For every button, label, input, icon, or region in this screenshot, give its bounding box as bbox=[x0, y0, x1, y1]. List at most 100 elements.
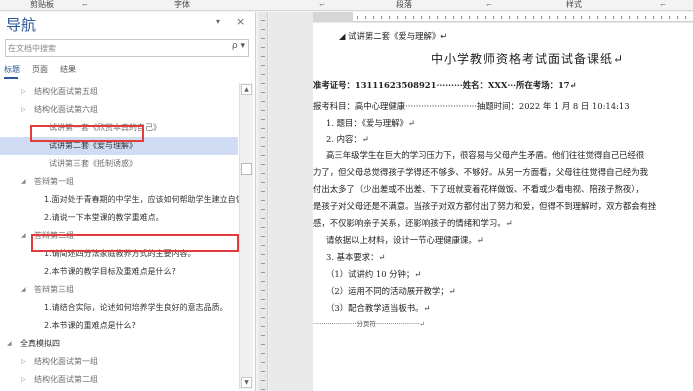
ruler-tick bbox=[261, 227, 265, 228]
tree-item[interactable]: ▷ 结构化面试第一组 bbox=[0, 353, 238, 371]
highlight-box-question-one bbox=[31, 234, 239, 252]
doc-item-2: 2. 内容：↵ bbox=[326, 134, 369, 144]
tree-item[interactable]: 1.面对处于青春期的中学生，应该如何帮助学生建立自信? bbox=[0, 191, 248, 209]
tree-item-label: 1.请结合实际，论述如何培养学生良好的意志品质。 bbox=[44, 303, 228, 312]
tree-item-label: 全真模拟四 bbox=[20, 339, 60, 348]
clipboard-launcher-icon[interactable]: ⌐ bbox=[82, 0, 88, 10]
ruler-tick bbox=[261, 83, 265, 84]
document-page[interactable]: ◢ 试讲第二套《爱与理解》↵ 中小学教师资格考试面试备课纸↵ 准考证号：1311… bbox=[313, 23, 693, 391]
font-launcher-icon[interactable]: ⌐ bbox=[319, 0, 325, 10]
ruler-tick bbox=[645, 16, 646, 19]
search-icon[interactable]: ρ ▾ bbox=[232, 41, 245, 51]
scroll-up-icon[interactable]: ▲ bbox=[241, 84, 252, 95]
ribbon-group-font: 字体 bbox=[174, 0, 190, 9]
ruler-tick bbox=[477, 16, 478, 19]
ruler-tick bbox=[261, 182, 265, 183]
tab-results[interactable]: 结果 bbox=[60, 64, 76, 75]
ruler-tick bbox=[261, 317, 265, 318]
tree-item[interactable]: ▷ 结构化面试第六组 bbox=[0, 101, 238, 119]
scroll-down-icon[interactable]: ▼ bbox=[241, 377, 252, 388]
tab-pages[interactable]: 页面 bbox=[32, 64, 48, 75]
nav-options-chevron-down-icon[interactable]: ▾ bbox=[216, 17, 220, 26]
scroll-thumb[interactable] bbox=[241, 163, 252, 175]
expand-triangle-icon[interactable]: ▷ bbox=[21, 101, 26, 119]
nav-scrollbar[interactable]: ▲ ▼ bbox=[239, 83, 253, 389]
ruler-tick bbox=[373, 16, 374, 19]
ruler-tick bbox=[261, 272, 265, 273]
doc-req-2: （2）运用不同的活动展开教学；↵ bbox=[326, 286, 456, 296]
ruler-tick bbox=[261, 146, 265, 147]
expand-triangle-icon[interactable]: ▷ bbox=[21, 371, 26, 389]
highlight-box-trial-one bbox=[30, 125, 144, 142]
ruler-tick bbox=[261, 344, 265, 345]
expand-triangle-icon[interactable]: ▷ bbox=[21, 83, 26, 101]
ruler-tick bbox=[261, 200, 265, 201]
tab-headings[interactable]: 标题 bbox=[4, 64, 20, 75]
tree-item-label: 1.面对处于青春期的中学生，应该如何帮助学生建立自信? bbox=[44, 195, 248, 204]
ribbon-group-paragraph: 段落 bbox=[396, 0, 412, 9]
paragraph-launcher-icon[interactable]: ⌐ bbox=[486, 0, 492, 10]
tree-item-label: 答辩第一组 bbox=[34, 177, 74, 186]
ruler-tick bbox=[637, 16, 638, 19]
ruler-tick bbox=[525, 16, 526, 19]
tree-item-label: 结构化面试第二组 bbox=[34, 375, 98, 384]
doc-item-3: 3. 基本要求：↵ bbox=[326, 252, 386, 262]
ruler-tick bbox=[405, 16, 406, 19]
ruler-tick bbox=[541, 16, 542, 19]
tree-item[interactable]: 2.请说一下本堂课的教学重难点。 bbox=[0, 209, 238, 227]
tree-item-label: 结构化面试第一组 bbox=[34, 357, 98, 366]
tree-item[interactable]: 试讲第三套《抵制诱惑》 bbox=[0, 155, 238, 173]
collapse-triangle-icon[interactable]: ◢ bbox=[21, 281, 26, 299]
expand-triangle-icon[interactable]: ▷ bbox=[21, 353, 26, 371]
ruler-tick bbox=[397, 16, 398, 19]
tree-item-label: 2.本节课的重难点是什么? bbox=[44, 321, 136, 330]
tree-item[interactable]: ▷ 结构化面试第二组 bbox=[0, 371, 238, 389]
ruler-tick bbox=[533, 16, 534, 19]
tree-item[interactable]: ◢ 答辩第一组 bbox=[0, 173, 238, 191]
ruler-tick bbox=[261, 335, 265, 336]
doc-heading-line: ◢ 试讲第二套《爱与理解》↵ bbox=[339, 31, 448, 41]
ruler-tick bbox=[261, 191, 265, 192]
tree-item-label: 答辩第三组 bbox=[34, 285, 74, 294]
ruler-tick bbox=[677, 16, 678, 19]
ruler-tick bbox=[261, 254, 265, 255]
tree-item[interactable]: ◢ 全真模拟四 bbox=[0, 335, 238, 353]
collapse-triangle-icon[interactable]: ◢ bbox=[21, 173, 26, 191]
tree-item[interactable]: 1.请结合实际，论述如何培养学生良好的意志品质。 bbox=[0, 299, 238, 317]
document-canvas: ◢ 试讲第二套《爱与理解》↵ 中小学教师资格考试面试备课纸↵ 准考证号：1311… bbox=[269, 12, 693, 391]
nav-close-icon[interactable]: × bbox=[236, 15, 245, 28]
doc-para-1: 高三年级学生在巨大的学习压力下，很容易与父母产生矛盾。他们往往觉得自己已经很 bbox=[326, 150, 645, 160]
tree-item[interactable]: 2.本节课的教学目标及重难点是什么? bbox=[0, 263, 238, 281]
doc-item-1: 1. 题目：《爱与理解》↵ bbox=[326, 118, 415, 128]
ruler-tick bbox=[461, 16, 462, 19]
collapse-triangle-icon[interactable]: ◢ bbox=[7, 335, 12, 353]
ruler-tick bbox=[621, 16, 622, 19]
ruler-tick bbox=[653, 16, 654, 19]
tree-item[interactable]: ▷ 结构化面试第五组 bbox=[0, 83, 238, 101]
collapse-triangle-icon[interactable]: ◢ bbox=[21, 227, 26, 245]
nav-search-input[interactable]: 在文档中搜索 ρ ▾ bbox=[5, 39, 249, 57]
ruler-tick bbox=[261, 137, 265, 138]
vertical-ruler bbox=[258, 12, 268, 391]
nav-tabs: 标题 页面 结果 bbox=[0, 64, 255, 79]
doc-title: 中小学教师资格考试面试备课纸↵ bbox=[431, 52, 625, 66]
ruler-tick bbox=[549, 16, 550, 19]
tree-item[interactable]: ◢ 答辩第三组 bbox=[0, 281, 238, 299]
doc-para-2: 力了，但父母总觉得孩子学得还不够多、不够好。从另一方面看，父母往往觉得自己经为我 bbox=[313, 167, 648, 177]
styles-launcher-icon[interactable]: ⌐ bbox=[660, 0, 666, 10]
ruler-tick bbox=[565, 16, 566, 19]
ruler-tick bbox=[261, 353, 265, 354]
ribbon-group-styles: 样式 bbox=[566, 0, 582, 9]
ruler-tick bbox=[517, 16, 518, 19]
tree-item-label: 试讲第三套《抵制诱惑》 bbox=[49, 159, 137, 168]
ruler-tick bbox=[469, 16, 470, 19]
tree-item-label: 结构化面试第五组 bbox=[34, 87, 98, 96]
active-tab-indicator bbox=[4, 77, 18, 79]
ruler-tick bbox=[261, 155, 265, 156]
tree-item[interactable]: 2.本节课的重难点是什么? bbox=[0, 317, 238, 335]
ruler-tick bbox=[573, 16, 574, 19]
ruler-tick bbox=[437, 16, 438, 19]
ruler-tick bbox=[597, 16, 598, 19]
ruler-tick bbox=[429, 16, 430, 19]
ribbon-group-clipboard: 剪贴板 bbox=[30, 0, 54, 9]
